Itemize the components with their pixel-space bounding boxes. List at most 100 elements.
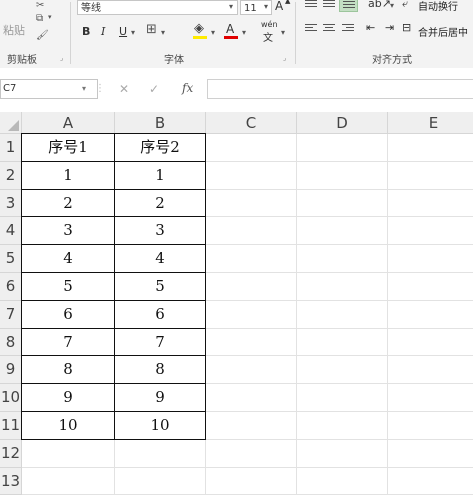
name-box-dropdown-icon[interactable]: ▾ — [82, 84, 86, 93]
row-header-5[interactable]: 5 — [0, 245, 22, 273]
select-all-button[interactable] — [0, 112, 22, 134]
cell-b13[interactable] — [115, 467, 206, 495]
cell-a12[interactable] — [22, 439, 115, 468]
italic-button[interactable]: I — [101, 25, 105, 38]
cell-e10[interactable] — [388, 384, 473, 412]
enter-icon[interactable]: ✓ — [149, 82, 159, 96]
cell-b12[interactable] — [115, 439, 206, 468]
cell-e12[interactable] — [388, 440, 473, 468]
row-header-9[interactable]: 9 — [0, 356, 22, 385]
table-cell[interactable]: 5 — [21, 273, 115, 301]
table-cell[interactable]: 5 — [115, 273, 206, 301]
merge-center-icon[interactable]: ⊟ — [402, 21, 411, 34]
bold-button[interactable]: B — [82, 25, 90, 38]
align-right-icon[interactable] — [342, 24, 354, 34]
cut-icon[interactable]: ✂ — [36, 0, 44, 11]
row-header-1[interactable]: 1 — [0, 134, 22, 162]
table-cell[interactable]: 10 — [115, 412, 206, 440]
clipboard-launcher-icon[interactable]: ⌟ — [60, 55, 67, 62]
phonetic-dropdown-icon[interactable]: ▾ — [281, 28, 285, 37]
column-header-a[interactable]: A — [22, 112, 115, 134]
table-cell[interactable]: 1 — [21, 161, 115, 190]
row-header-8[interactable]: 8 — [0, 328, 22, 357]
table-cell[interactable]: 7 — [115, 328, 206, 357]
cell-e9[interactable] — [388, 356, 473, 385]
top-align-icon[interactable] — [305, 0, 317, 10]
orientation-icon[interactable]: ab↗ — [368, 0, 391, 10]
cell-c5[interactable] — [206, 245, 297, 273]
phonetic-button[interactable]: wén — [261, 20, 278, 29]
wrap-text-button[interactable]: 自动换行 — [418, 0, 458, 13]
fill-color-icon[interactable]: ◈ — [194, 21, 204, 36]
underline-button[interactable]: U — [119, 25, 127, 38]
cell-d9[interactable] — [297, 356, 388, 385]
cell-e4[interactable] — [388, 217, 473, 246]
cell-c12[interactable] — [206, 439, 297, 468]
row-header-3[interactable]: 3 — [0, 189, 22, 218]
row-header-12[interactable]: 12 — [0, 439, 22, 468]
cell-d1[interactable] — [297, 134, 388, 162]
cell-e1[interactable] — [388, 134, 473, 162]
cell-d10[interactable] — [297, 384, 388, 412]
cell-e3[interactable] — [388, 190, 473, 218]
cell-e11[interactable] — [388, 412, 473, 440]
row-header-13[interactable]: 13 — [0, 467, 22, 495]
format-painter-icon[interactable]: 🖌 — [36, 30, 49, 41]
table-cell[interactable]: 9 — [21, 384, 115, 412]
table-cell[interactable]: 3 — [21, 217, 115, 246]
column-header-d[interactable]: D — [297, 112, 388, 134]
cell-c7[interactable] — [206, 300, 297, 329]
cell-c1[interactable] — [206, 134, 297, 162]
cell-e13[interactable] — [388, 468, 473, 495]
font-color-button[interactable]: A — [226, 22, 234, 36]
column-header-c[interactable]: C — [206, 112, 297, 134]
cell-c6[interactable] — [206, 273, 297, 301]
row-header-10[interactable]: 10 — [0, 384, 22, 412]
table-header-cell[interactable]: 序号1 — [21, 133, 115, 162]
row-header-4[interactable]: 4 — [0, 217, 22, 246]
cell-c13[interactable] — [206, 467, 297, 495]
cell-d5[interactable] — [297, 245, 388, 273]
cell-d3[interactable] — [297, 189, 388, 218]
cell-d12[interactable] — [297, 439, 388, 468]
cell-e5[interactable] — [388, 245, 473, 273]
font-size-dropdown-icon[interactable]: ▾ — [264, 2, 268, 11]
row-header-6[interactable]: 6 — [0, 273, 22, 301]
table-cell[interactable]: 3 — [115, 217, 206, 246]
table-cell[interactable]: 6 — [115, 300, 206, 329]
cancel-icon[interactable]: ✕ — [119, 82, 129, 96]
increase-indent-icon[interactable]: ⇥ — [385, 21, 394, 34]
font-name-dropdown-icon[interactable]: ▾ — [229, 2, 233, 11]
table-cell[interactable]: 1 — [115, 161, 206, 190]
row-header-7[interactable]: 7 — [0, 300, 22, 329]
table-cell[interactable]: 7 — [21, 328, 115, 357]
cell-e6[interactable] — [388, 273, 473, 301]
cell-c11[interactable] — [206, 412, 297, 440]
underline-dropdown-icon[interactable]: ▾ — [131, 28, 135, 37]
cell-d11[interactable] — [297, 412, 388, 440]
copy-dropdown-icon[interactable]: ▾ — [48, 13, 52, 21]
align-left-icon[interactable] — [305, 24, 317, 34]
orientation-dropdown-icon[interactable]: ▾ — [390, 1, 394, 10]
font-launcher-icon[interactable]: ⌟ — [283, 55, 290, 62]
borders-icon[interactable]: ⊞ — [146, 22, 157, 37]
font-color-dropdown-icon[interactable]: ▾ — [242, 28, 246, 37]
row-header-11[interactable]: 11 — [0, 412, 22, 440]
cell-d7[interactable] — [297, 300, 388, 329]
fill-color-dropdown-icon[interactable]: ▾ — [211, 28, 215, 37]
table-cell[interactable]: 10 — [21, 412, 115, 440]
table-cell[interactable]: 9 — [115, 384, 206, 412]
cell-e2[interactable] — [388, 162, 473, 190]
cell-d8[interactable] — [297, 328, 388, 357]
wrap-text-icon[interactable]: ⤶ — [402, 0, 408, 11]
cell-e8[interactable] — [388, 329, 473, 357]
cell-c9[interactable] — [206, 356, 297, 385]
font-name-select[interactable]: 等线 — [77, 0, 238, 15]
cell-e7[interactable] — [388, 301, 473, 329]
row-header-2[interactable]: 2 — [0, 161, 22, 190]
grow-font-button[interactable]: A — [275, 0, 283, 13]
cell-d6[interactable] — [297, 273, 388, 301]
column-header-e[interactable]: E — [388, 112, 473, 134]
cell-a13[interactable] — [22, 467, 115, 495]
table-cell[interactable]: 2 — [115, 189, 206, 218]
